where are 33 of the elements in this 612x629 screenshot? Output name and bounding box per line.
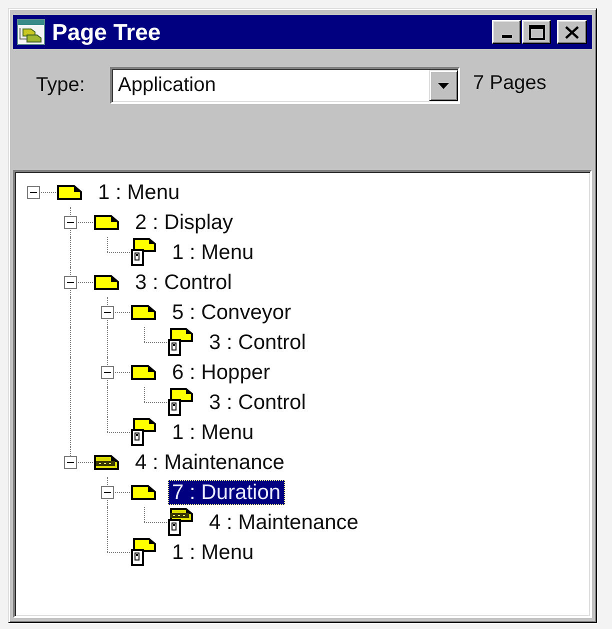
collapse-icon[interactable] (64, 276, 77, 288)
tree-item[interactable]: 3 : Control (205, 330, 310, 354)
close-button[interactable] (557, 20, 587, 44)
collapse-icon[interactable] (64, 216, 77, 228)
tree-item[interactable]: 5 : Conveyor (168, 300, 296, 324)
caret-down-icon (438, 82, 449, 88)
minimize-button[interactable] (492, 20, 521, 44)
collapse-icon[interactable] (64, 456, 77, 468)
tree-item[interactable]: 3 : Control (131, 270, 236, 294)
window-title: Page Tree (52, 18, 162, 46)
collapse-icon[interactable] (27, 186, 40, 198)
tree-item[interactable]: 3 : Control (205, 390, 310, 414)
collapse-icon[interactable] (101, 486, 114, 498)
maximize-button[interactable] (522, 20, 551, 44)
close-icon (565, 26, 579, 38)
app-icon (17, 19, 45, 45)
collapse-icon[interactable] (101, 366, 114, 378)
collapse-icon[interactable] (101, 306, 114, 318)
type-label: Type: (36, 73, 86, 98)
type-dropdown[interactable]: Application (110, 67, 460, 104)
tree-item[interactable]: 6 : Hopper (168, 360, 274, 384)
minimize-icon (502, 35, 512, 38)
tree-item[interactable]: 1 : Menu (168, 540, 258, 564)
tree-item[interactable]: 1 : Menu (94, 180, 184, 204)
tree-item[interactable]: 7 : Duration (168, 480, 285, 504)
tree-item[interactable]: 1 : Menu (168, 240, 258, 264)
page-count: 7 Pages (473, 71, 546, 96)
dropdown-button[interactable] (429, 70, 458, 101)
tree-item[interactable]: 1 : Menu (168, 420, 258, 444)
tree-item[interactable]: 4 : Maintenance (131, 450, 288, 474)
maximize-icon (528, 24, 544, 40)
tree-item[interactable]: 4 : Maintenance (205, 510, 362, 534)
tree-item[interactable]: 2 : Display (131, 210, 238, 234)
